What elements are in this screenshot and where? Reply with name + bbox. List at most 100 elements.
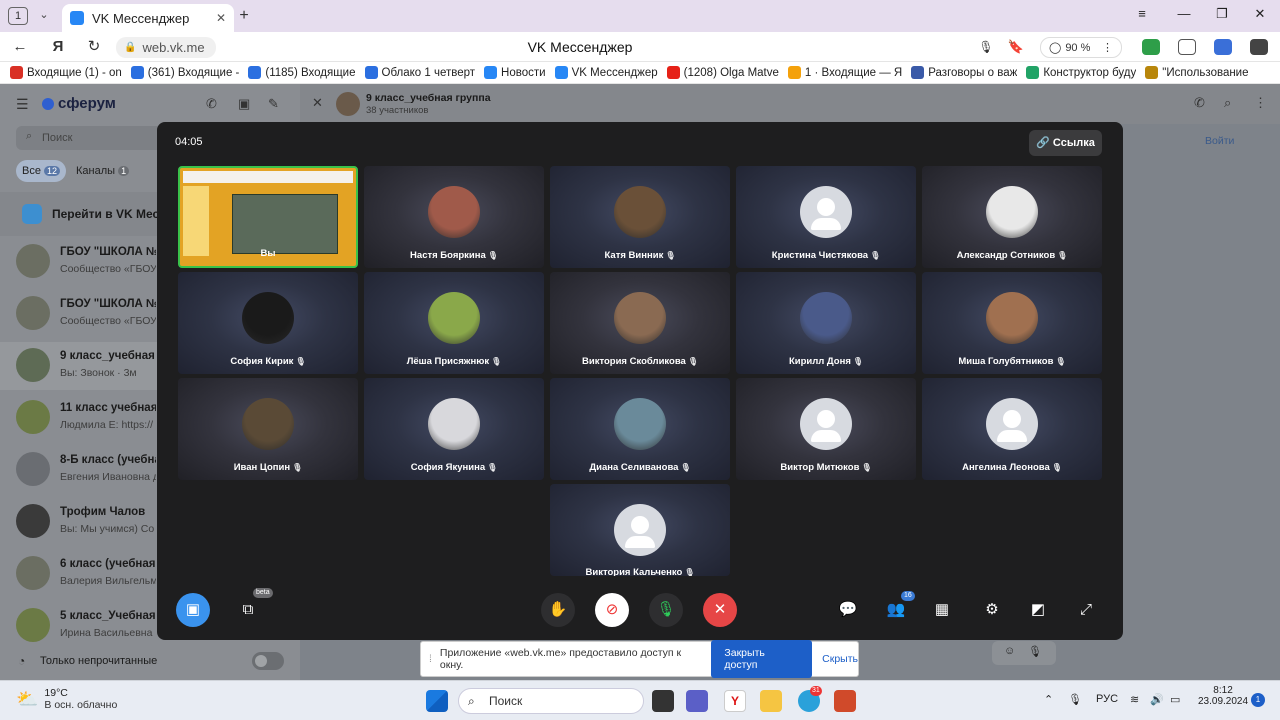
layout-grid-icon[interactable]: ▦ [925, 593, 959, 627]
more-icon[interactable]: ⋮ [1102, 41, 1113, 54]
yandex-icon[interactable]: Я [48, 38, 68, 56]
bookmark-item[interactable]: "Использование [1145, 66, 1249, 79]
battery-icon[interactable]: ▭ [1170, 693, 1180, 706]
extension-shield-icon[interactable] [1142, 39, 1160, 55]
search-icon[interactable]: ⌕ [1224, 95, 1231, 111]
close-icon[interactable]: ✕ [216, 11, 226, 25]
bookmark-item[interactable]: Разговоры о важ [911, 66, 1017, 79]
yandex-browser-icon[interactable]: Y [724, 690, 746, 712]
settings-gear-icon[interactable]: ⚙ [975, 593, 1009, 627]
participant-tile[interactable]: Диана Селиванова 🎙 [550, 378, 730, 480]
participant-name-text: Ангелина Леонова [962, 462, 1050, 473]
microphone-icon[interactable]: 🎙 [1068, 693, 1082, 706]
task-view-icon[interactable] [652, 690, 674, 712]
restore-button[interactable]: ❐ [1210, 6, 1234, 26]
new-tab-button[interactable]: + [236, 8, 252, 24]
bookmark-icon[interactable]: 🔖 [1006, 38, 1026, 56]
unread-only-toggle[interactable] [252, 652, 284, 670]
bookmark-item[interactable]: (1185) Входящие [248, 66, 356, 79]
url-field[interactable]: 🔒 web.vk.me [116, 37, 216, 58]
zoom-indicator[interactable]: ◯ 90 % ⋮ [1040, 37, 1122, 58]
participant-tile[interactable]: София Кирик 🎙 [178, 272, 358, 374]
minimize-call-icon[interactable]: ◩ [1021, 593, 1055, 627]
call-icon[interactable]: ✆ [1194, 95, 1205, 111]
camera-off-button[interactable]: ⊘ [595, 593, 629, 627]
hide-notice-button[interactable]: Скрыть [822, 653, 858, 665]
stop-sharing-button[interactable]: Закрыть доступ [711, 640, 813, 678]
bookmark-item[interactable]: VK Мессенджер [554, 66, 658, 79]
participant-tile[interactable]: Иван Цопин 🎙 [178, 378, 358, 480]
archive-icon[interactable]: ▣ [238, 96, 250, 112]
tab-list-chevron-icon[interactable]: ⌄ [36, 8, 52, 24]
translate-icon[interactable] [1214, 39, 1232, 55]
close-icon[interactable]: ✕ [312, 95, 323, 111]
participant-tile[interactable]: Миша Голубятников 🎙 [922, 272, 1102, 374]
notification-count-badge[interactable]: 1 [1251, 693, 1265, 707]
file-explorer-icon[interactable] [760, 690, 782, 712]
call-window: 04:05 🔗 Ссылка Вы Настя Бояркина 🎙 Катя Вин… [157, 122, 1123, 640]
powerpoint-icon[interactable] [834, 690, 856, 712]
join-call-button[interactable]: Войти [1205, 135, 1234, 147]
chat-icon[interactable]: 💬 [831, 593, 865, 627]
participant-tile[interactable]: Настя Бояркина 🎙 [364, 166, 544, 268]
microphone-icon[interactable]: 🎙 [976, 38, 996, 56]
tab-counter[interactable]: 1 [8, 7, 28, 25]
participant-tile[interactable]: Кристина Чистякова 🎙 [736, 166, 916, 268]
bookmark-item[interactable]: Конструктор буду [1026, 66, 1136, 79]
microphone-icon[interactable]: 🎙 [1028, 645, 1042, 658]
minimize-button[interactable]: — [1172, 6, 1196, 26]
message-input-tail[interactable]: ☺ 🎙 [992, 641, 1056, 665]
back-icon[interactable]: ← [10, 38, 30, 56]
wifi-icon[interactable]: ≋ [1130, 693, 1139, 706]
bookmark-item[interactable]: Входящие (1) - on [10, 66, 122, 79]
bookmark-item[interactable]: Новости [484, 66, 546, 79]
bookmark-item[interactable]: 1 · Входящие — Я [787, 66, 902, 79]
tab-active[interactable]: VK Мессенджер ✕ [62, 4, 234, 32]
tray-overflow-icon[interactable]: ⌃ [1044, 693, 1053, 706]
participant-tile[interactable]: Ангелина Леонова 🎙 [922, 378, 1102, 480]
bookmarks-menu-icon[interactable]: ≡ [1130, 6, 1154, 26]
clock[interactable]: 8:12 23.09.2024 [1198, 685, 1248, 707]
participant-tile[interactable]: Лёша Присяжнюк 🎙 [364, 272, 544, 374]
participant-tile[interactable]: Виктор Митюков 🎙 [736, 378, 916, 480]
weather-widget[interactable]: ⛅ 19°C В осн. облачно [16, 687, 117, 711]
emoji-icon[interactable]: ☺ [1004, 645, 1015, 657]
taskbar-search[interactable]: Поиск [458, 688, 644, 714]
bookmark-item[interactable]: Облако 1 четверт [364, 66, 475, 79]
participant-tile[interactable]: Александр Сотников 🎙 [922, 166, 1102, 268]
participant-tile[interactable]: Катя Винник 🎙 [550, 166, 730, 268]
participant-tile[interactable]: Вы [178, 166, 358, 268]
bookmark-item[interactable]: (361) Входящие - [130, 66, 239, 79]
participants-button[interactable]: 👥 16 [879, 591, 915, 627]
input-language[interactable]: РУС [1096, 693, 1118, 705]
close-window-button[interactable]: ✕ [1248, 6, 1272, 26]
teams-icon[interactable] [686, 690, 708, 712]
raise-hand-button[interactable]: ✋ [541, 593, 575, 627]
copy-link-button[interactable]: 🔗 Ссылка [1029, 130, 1102, 156]
downloads-icon[interactable] [1250, 39, 1268, 55]
more-icon[interactable]: ⋮ [1254, 95, 1267, 111]
call-icon[interactable]: ✆ [206, 96, 217, 112]
compose-icon[interactable]: ✎ [268, 96, 279, 112]
filter-all[interactable]: Все 12 [16, 160, 67, 182]
bookmark-item[interactable]: (1208) Olga Matve [666, 66, 779, 79]
screen-share-button[interactable]: ⧉ beta [231, 588, 273, 627]
windows-start-icon[interactable] [426, 690, 448, 712]
camera-switch-button[interactable]: ▣ [176, 593, 210, 627]
microphone-button[interactable]: 🎙 [649, 593, 683, 627]
fullscreen-icon[interactable]: ⤢ [1069, 593, 1103, 627]
participant-tile[interactable]: Виктория Кальченко 🎙 [550, 484, 730, 576]
bookmark-label: (1185) Входящие [265, 66, 356, 79]
menu-icon[interactable]: ☰ [16, 96, 29, 113]
participant-tile[interactable]: Виктория Скобликова 🎙 [550, 272, 730, 374]
end-call-button[interactable]: ✕ [703, 593, 737, 627]
extension-icon[interactable] [1178, 39, 1196, 55]
telegram-icon[interactable]: 31 [798, 686, 822, 712]
reload-icon[interactable]: ↻ [84, 38, 104, 56]
participant-name-text: Иван Цопин [233, 462, 291, 473]
participant-tile[interactable]: София Якунина 🎙 [364, 378, 544, 480]
participant-tile[interactable]: Кирилл Доня 🎙 [736, 272, 916, 374]
drag-handle-icon[interactable]: ⁞ [429, 653, 432, 665]
volume-icon[interactable]: 🔊 [1150, 693, 1164, 706]
filter-channels[interactable]: Каналы 1 [70, 160, 135, 182]
